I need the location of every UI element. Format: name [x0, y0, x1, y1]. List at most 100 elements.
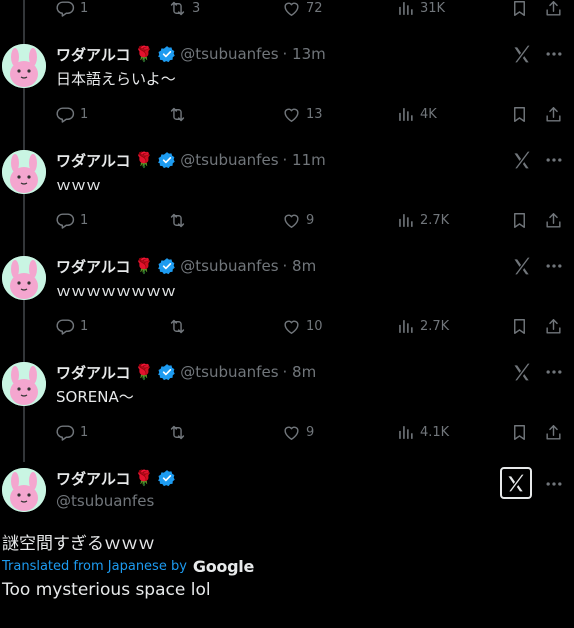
share-icon: [544, 0, 563, 18]
retweet-button[interactable]: [168, 210, 192, 230]
retweet-button[interactable]: 3: [168, 0, 200, 18]
main-tweet-avatar[interactable]: [2, 468, 46, 512]
tweet[interactable]: ワダアルコ 🌹 @tsubuanfes · 8m SORENA〜 1 9 4.1…: [0, 362, 574, 468]
views-button[interactable]: 4.1K: [396, 422, 449, 442]
retweet-button[interactable]: [168, 422, 192, 442]
grok-icon[interactable]: [512, 362, 532, 382]
username[interactable]: @tsubuanfes: [180, 257, 278, 275]
like-count: 9: [306, 212, 315, 228]
more-icon[interactable]: [544, 474, 564, 494]
views-button[interactable]: 4K: [396, 104, 437, 124]
bookmark-button[interactable]: [510, 104, 534, 124]
reply-button[interactable]: 1: [56, 0, 88, 18]
verified-badge-icon[interactable]: [158, 363, 176, 381]
like-count: 10: [306, 318, 323, 334]
tweet-actions: 1 13 4K: [56, 104, 564, 124]
username[interactable]: @tsubuanfes: [180, 363, 278, 381]
translation-attribution[interactable]: Translated from Japanese by Google: [2, 557, 254, 576]
display-name[interactable]: ワダアルコ: [56, 150, 131, 171]
reply-button[interactable]: 1: [56, 316, 88, 336]
share-button[interactable]: [544, 104, 568, 124]
timestamp[interactable]: · 8m: [283, 257, 317, 275]
reply-button[interactable]: 1: [56, 210, 88, 230]
main-tweet-header: ワダアルコ 🌹: [56, 468, 176, 488]
translated-label[interactable]: Translated from Japanese by: [2, 559, 187, 574]
like-button[interactable]: 72: [282, 0, 323, 18]
views-button[interactable]: 2.7K: [396, 316, 449, 336]
grok-icon[interactable]: [512, 44, 532, 64]
verified-badge-icon[interactable]: [158, 257, 176, 275]
tweet[interactable]: ワダアルコ 🌹 @tsubuanfes · 11m ｗｗｗ 1 9 2.7K: [0, 150, 574, 256]
grok-button[interactable]: [500, 467, 532, 499]
views-icon: [396, 0, 415, 18]
views-button[interactable]: 2.7K: [396, 210, 449, 230]
like-count: 9: [306, 424, 315, 440]
like-count: 13: [306, 106, 323, 122]
avatar[interactable]: [2, 256, 46, 300]
like-button[interactable]: 13: [282, 104, 323, 124]
bookmark-button[interactable]: [510, 210, 534, 230]
share-button[interactable]: [544, 422, 568, 442]
verified-badge-icon[interactable]: [158, 45, 176, 63]
display-name[interactable]: ワダアルコ: [56, 468, 131, 489]
more-icon[interactable]: [544, 150, 564, 170]
tweet-header: ワダアルコ 🌹 @tsubuanfes · 13m: [56, 44, 326, 64]
username[interactable]: @tsubuanfes: [180, 45, 278, 63]
bookmark-icon: [510, 211, 529, 230]
more-icon[interactable]: [544, 44, 564, 64]
share-button[interactable]: [544, 0, 568, 18]
reply-button[interactable]: 1: [56, 104, 88, 124]
tweet[interactable]: ワダアルコ 🌹 @tsubuanfes · 13m 日本語えらいよ〜 1 13 …: [0, 44, 574, 150]
views-button[interactable]: 31K: [396, 0, 445, 18]
share-button[interactable]: [544, 210, 568, 230]
main-tweet-username[interactable]: @tsubuanfes: [56, 492, 154, 510]
views-icon: [396, 423, 415, 442]
tweet-actions: 1 9 4.1K: [56, 422, 564, 442]
tweet-actions: 1 9 2.7K: [56, 210, 564, 230]
like-button[interactable]: 9: [282, 210, 314, 230]
verified-badge-icon[interactable]: [158, 469, 176, 487]
more-icon[interactable]: [544, 362, 564, 382]
tweet-header: ワダアルコ 🌹 @tsubuanfes · 11m: [56, 150, 326, 170]
more-icon[interactable]: [544, 256, 564, 276]
views-icon: [396, 211, 415, 230]
bookmark-button[interactable]: [510, 0, 534, 18]
reply-count: 1: [80, 0, 89, 16]
reply-button[interactable]: 1: [56, 422, 88, 442]
timestamp[interactable]: · 8m: [283, 363, 317, 381]
partial-tweet-actions: 1 3 72 31K: [56, 0, 564, 18]
display-name[interactable]: ワダアルコ: [56, 256, 131, 277]
bookmark-icon: [510, 317, 529, 336]
bookmark-icon: [510, 0, 529, 18]
display-name[interactable]: ワダアルコ: [56, 362, 131, 383]
avatar[interactable]: [2, 150, 46, 194]
grok-icon[interactable]: [512, 150, 532, 170]
retweet-count: 3: [192, 0, 201, 16]
tweet-text: ｗｗｗ: [56, 176, 102, 194]
reply-count: 1: [80, 106, 89, 122]
username[interactable]: @tsubuanfes: [180, 151, 278, 169]
verified-badge-icon[interactable]: [158, 151, 176, 169]
google-logo: Google: [192, 557, 255, 576]
retweet-button[interactable]: [168, 104, 192, 124]
avatar[interactable]: [2, 362, 46, 406]
retweet-icon: [168, 423, 187, 442]
tweet-text: ｗｗｗｗｗｗｗｗ: [56, 282, 177, 300]
like-icon: [282, 105, 301, 124]
bookmark-button[interactable]: [510, 422, 534, 442]
like-button[interactable]: 9: [282, 422, 314, 442]
timestamp[interactable]: · 11m: [283, 151, 326, 169]
retweet-icon: [168, 105, 187, 124]
bookmark-button[interactable]: [510, 316, 534, 336]
timestamp[interactable]: · 13m: [283, 45, 326, 63]
avatar[interactable]: [2, 44, 46, 88]
reply-icon: [56, 317, 75, 336]
share-button[interactable]: [544, 316, 568, 336]
grok-icon[interactable]: [512, 256, 532, 276]
like-button[interactable]: 10: [282, 316, 323, 336]
views-icon: [396, 105, 415, 124]
display-name[interactable]: ワダアルコ: [56, 44, 131, 65]
views-count: 2.7K: [420, 212, 450, 228]
tweet[interactable]: ワダアルコ 🌹 @tsubuanfes · 8m ｗｗｗｗｗｗｗｗ 1 10 2…: [0, 256, 574, 362]
retweet-button[interactable]: [168, 316, 192, 336]
